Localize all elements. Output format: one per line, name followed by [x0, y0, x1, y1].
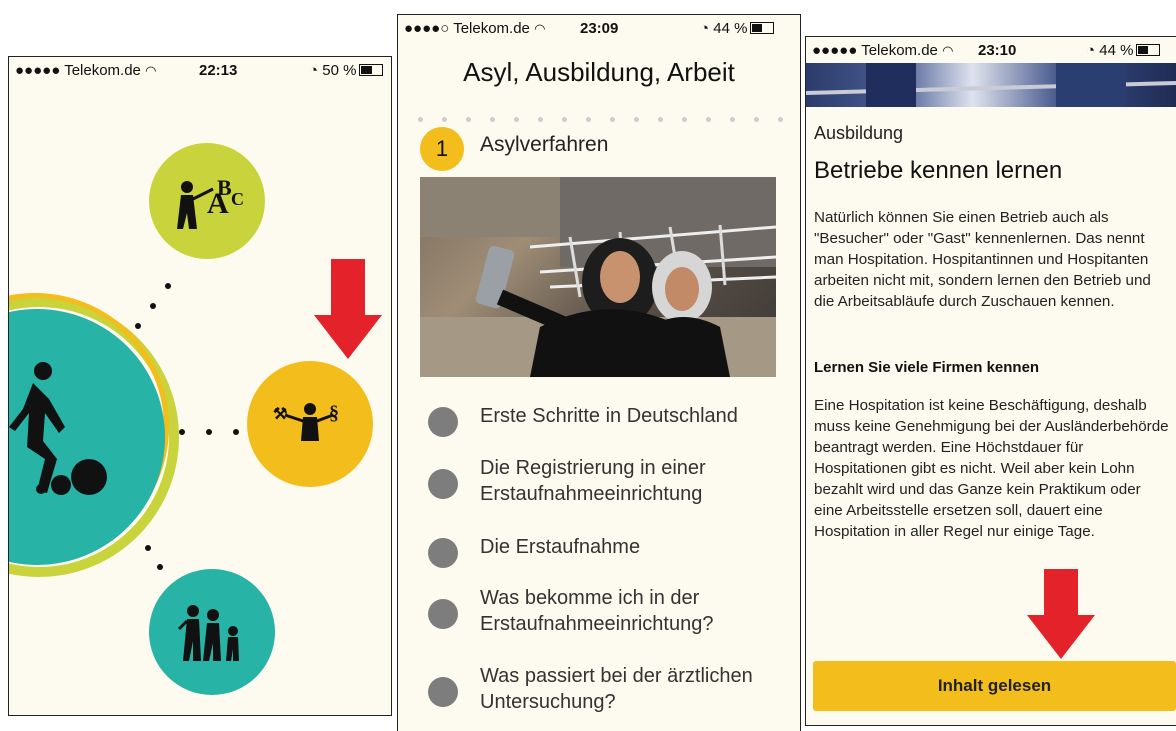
list-item-label: Die Registrierung in einer Erstaufnahmee…: [480, 457, 706, 505]
family-button[interactable]: [149, 569, 275, 695]
red-arrow-shaft: [331, 259, 365, 317]
family-icon: [177, 605, 239, 661]
chapter-photo-image: [420, 177, 776, 377]
carrier-label: ●●●●● Telekom.de ◠: [15, 62, 157, 79]
clock: 23:10: [978, 42, 1017, 59]
article-subheading: Lernen Sie viele Firmen kennen: [814, 359, 1040, 376]
article-paragraph: Natürlich können Sie einen Betrieb auch …: [814, 209, 1151, 310]
law-work-button[interactable]: ⚒ §: [247, 361, 373, 487]
red-arrow-icon: [1027, 615, 1095, 659]
status-dot-icon: [428, 538, 458, 568]
clock: 22:13: [199, 62, 238, 79]
carrier-label: ●●●●● Telekom.de ◠: [812, 42, 954, 59]
chapter-photo: [420, 177, 776, 377]
screen-topic-map: ●●●●● Telekom.de ◠ 22:13 ◔ 50 % A B C ⚒ …: [8, 56, 392, 716]
status-bar: ●●●●● Telekom.de ◠ 22:13 ◔ 50 %: [9, 57, 391, 83]
connector-dot: [135, 323, 141, 329]
list-item-label: Die Erstaufnahme: [480, 536, 641, 558]
article-paragraph: Eine Hospitation ist keine Beschäftigung…: [814, 397, 1169, 540]
battery-icon: [1136, 44, 1161, 56]
article-header-graphic: [806, 63, 1176, 107]
list-item-label: Erste Schritte in Deutschland: [480, 405, 738, 427]
section-label: Ausbildung: [814, 123, 904, 143]
list-item-label: Was bekomme ich in der Erstaufnahmeeinri…: [480, 587, 714, 635]
red-arrow-shaft: [1044, 569, 1078, 617]
svg-text:§: §: [329, 402, 339, 424]
screen-chapter-list: ●●●●○ Telekom.de ◠ 23:09 ◔ 44 % Asyl, Au…: [397, 14, 801, 731]
page-title: Asyl, Ausbildung, Arbeit: [463, 57, 735, 87]
connector-dot: [165, 283, 171, 289]
battery-status: ◔ 44 %: [1086, 42, 1161, 59]
mark-as-read-button[interactable]: Inhalt gelesen: [813, 661, 1176, 711]
alphabet-learning-icon: A B C: [177, 175, 244, 229]
red-arrow-icon: [314, 315, 382, 359]
connector-dot: [150, 303, 156, 309]
status-dot-icon: [428, 407, 458, 437]
status-dot-icon: [428, 469, 458, 499]
step-number-badge: 1: [420, 127, 464, 171]
article-header-image: [806, 63, 1176, 107]
status-bar: ●●●●● Telekom.de ◠ 23:10 ◔ 44 %: [806, 37, 1176, 63]
football-person-button[interactable]: [9, 309, 165, 565]
list-item-label: Was passiert bei der ärztlichen Untersuc…: [480, 665, 753, 713]
connector-dot: [206, 429, 212, 435]
connector-dot: [179, 429, 185, 435]
screen-article: ●●●●● Telekom.de ◠ 23:10 ◔ 44 % Ausbildu…: [805, 36, 1176, 726]
football-person-icon: [9, 362, 107, 495]
status-dot-icon: [428, 599, 458, 629]
clock: 23:09: [580, 20, 619, 37]
law-work-icon: ⚒ §: [273, 402, 339, 441]
status-bar: ●●●●○ Telekom.de ◠ 23:09 ◔ 44 %: [398, 15, 800, 41]
battery-status: ◔ 44 %: [700, 20, 775, 37]
progress-dots: [418, 117, 783, 123]
svg-text:⚒: ⚒: [273, 406, 287, 423]
svg-text:B: B: [217, 175, 232, 200]
wifi-icon: ◠: [942, 43, 954, 58]
wifi-icon: ◠: [145, 63, 157, 78]
article-heading: Betriebe kennen lernen: [814, 157, 1063, 184]
carrier-label: ●●●●○ Telekom.de ◠: [404, 20, 546, 37]
battery-status: ◔ 50 %: [309, 62, 384, 79]
connector-dot: [157, 564, 163, 570]
connector-dot: [233, 429, 239, 435]
language-course-button[interactable]: A B C: [149, 143, 265, 259]
battery-icon: [750, 22, 775, 34]
step-label[interactable]: Asylverfahren: [480, 133, 608, 157]
svg-text:C: C: [231, 189, 244, 209]
battery-icon: [359, 64, 384, 76]
connector-dot: [145, 545, 151, 551]
status-dot-icon: [428, 677, 458, 707]
wifi-icon: ◠: [534, 21, 546, 36]
